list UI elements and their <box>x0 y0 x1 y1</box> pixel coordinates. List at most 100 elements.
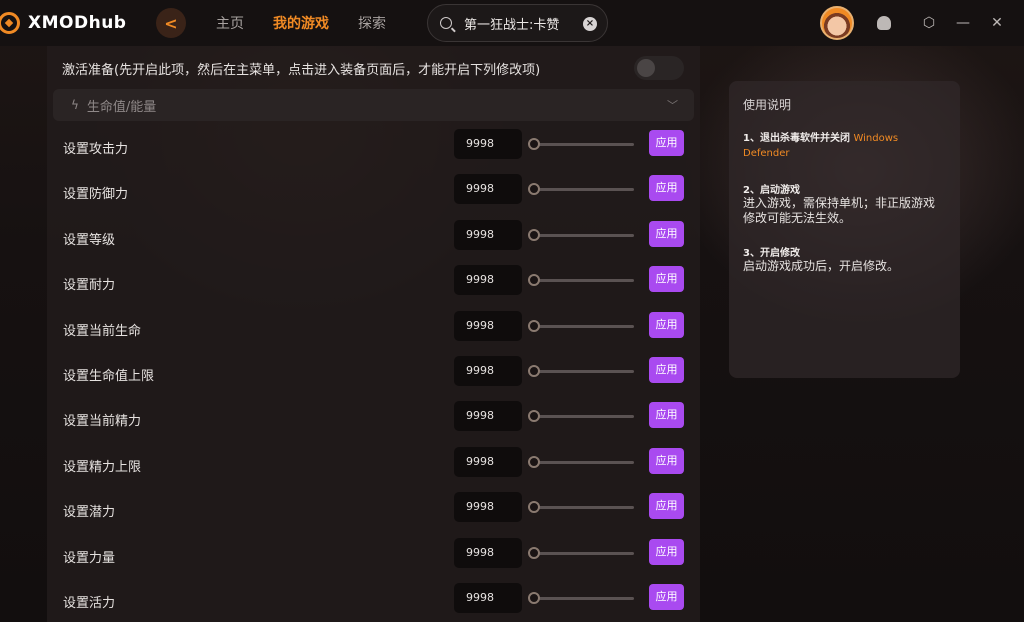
cheat-slider-thumb[interactable] <box>528 546 540 559</box>
cheat-value-input[interactable]: 9998 <box>454 356 522 386</box>
apply-button[interactable]: 应用 <box>649 220 684 247</box>
help-title: 使用说明 <box>743 98 792 112</box>
apply-button[interactable]: 应用 <box>649 402 684 429</box>
help-step-2-body: 进入游戏，需保持单机；非正版游戏修改可能无法生效。 <box>743 196 936 225</box>
cheat-slider-track[interactable] <box>534 143 634 146</box>
apply-button[interactable]: 应用 <box>649 493 684 520</box>
activate-toggle[interactable] <box>634 56 684 80</box>
cheat-slider-thumb[interactable] <box>528 501 540 514</box>
hex-settings-icon[interactable]: ⬡ <box>921 15 937 31</box>
cheat-slider-track[interactable] <box>534 415 634 419</box>
cheat-value-input[interactable]: 9998 <box>454 492 522 523</box>
cheat-row: 设置生命值上限 9998 应用 <box>53 356 694 392</box>
cheat-value-input[interactable]: 9998 <box>454 174 522 205</box>
cheat-row: 设置当前生命 9998 应用 <box>53 310 694 347</box>
cheat-slider-thumb[interactable] <box>528 319 540 332</box>
cheat-label: 设置潜力 <box>63 505 116 521</box>
clear-search-icon[interactable]: × <box>583 17 597 31</box>
cheat-label: 设置力量 <box>63 550 116 566</box>
apply-button[interactable]: 应用 <box>649 538 684 565</box>
minimize-icon[interactable]: — <box>955 15 971 31</box>
apply-button[interactable]: 应用 <box>649 266 684 293</box>
chevron-down-icon: ﹀ <box>667 99 678 112</box>
help-step-1-title: 1、退出杀毒软件并关闭 <box>743 133 850 144</box>
cheat-slider-thumb[interactable] <box>528 274 540 287</box>
activate-label: 激活准备(先开启此项，然后在主菜单，点击进入装备页面后，才能开启下列修改项) <box>62 62 541 78</box>
cheat-row: 设置潜力 9998 应用 <box>53 492 694 528</box>
search-box[interactable]: 第一狂战士:卡赞 × <box>427 4 608 42</box>
cheat-slider-thumb[interactable] <box>528 228 540 241</box>
help-step-3-body: 启动游戏成功后，开启修改。 <box>743 259 900 273</box>
cheat-value-input[interactable]: 9998 <box>454 310 522 341</box>
cheat-slider-track[interactable] <box>534 551 634 555</box>
help-step-2-title: 2、启动游戏 <box>743 185 800 196</box>
section-title: 生命值/能量 <box>86 99 157 115</box>
toggle-knob <box>637 59 655 77</box>
cheat-slider-track[interactable] <box>534 279 634 283</box>
cheat-row: 设置耐力 9998 应用 <box>53 265 694 301</box>
help-panel: 使用说明 1、退出杀毒软件并关闭 Windows Defender 2、启动游戏… <box>729 81 960 378</box>
cheat-value-input[interactable]: 9998 <box>454 219 522 250</box>
nav-item-explore[interactable]: 探索 <box>358 13 386 33</box>
cheat-label: 设置活力 <box>63 596 116 611</box>
collapse-icon[interactable]: ✕ <box>989 15 1005 31</box>
cheat-slider-thumb[interactable] <box>528 138 540 150</box>
cheat-row: 设置攻击力 9998 应用 <box>53 129 694 165</box>
cheat-value-input[interactable]: 9998 <box>454 583 522 613</box>
cheat-row: 设置等级 9998 应用 <box>53 219 694 256</box>
apply-button[interactable]: 应用 <box>649 447 684 474</box>
cheat-label: 设置当前生命 <box>63 323 142 339</box>
nav-item-my-games[interactable]: 我的游戏 <box>273 13 329 33</box>
cheat-slider-track[interactable] <box>534 597 634 600</box>
search-input[interactable]: 第一狂战士:卡赞 <box>464 14 559 33</box>
help-step-3-title: 3、开启修改 <box>743 248 800 259</box>
cheat-slider-track[interactable] <box>534 506 634 510</box>
avatar[interactable] <box>820 6 854 40</box>
cheat-row: 设置当前精力 9998 应用 <box>53 401 694 437</box>
cheat-slider-thumb[interactable] <box>528 183 540 196</box>
search-icon <box>440 17 452 29</box>
section-header-health-energy[interactable]: ϟ 生命值/能量 ﹀ <box>53 89 694 121</box>
back-button[interactable]: < <box>156 8 186 38</box>
cheat-row: 设置活力 9998 应用 <box>53 583 694 619</box>
help-step-1: 1、退出杀毒软件并关闭 Windows Defender <box>743 131 946 161</box>
cheat-label: 设置耐力 <box>63 278 116 294</box>
nav-item-home[interactable]: 主页 <box>216 13 244 33</box>
cheat-slider-track[interactable] <box>534 460 634 464</box>
bolt-icon: ϟ <box>71 98 79 112</box>
cheat-label: 设置精力上限 <box>63 459 142 475</box>
cheat-slider-track[interactable] <box>534 324 634 328</box>
cheat-value-input[interactable]: 9998 <box>454 401 522 432</box>
cheat-row: 设置力量 9998 应用 <box>53 537 694 574</box>
cheat-slider-track[interactable] <box>534 370 634 373</box>
apply-button[interactable]: 应用 <box>649 130 684 156</box>
top-bar: XMODhub < 主页 我的游戏 探索 第一狂战士:卡赞 × ⬡ — ✕ <box>0 0 1024 46</box>
back-arrow-icon: < <box>164 13 178 33</box>
cheat-label: 设置防御力 <box>63 187 129 203</box>
cheat-label: 设置当前精力 <box>63 414 142 430</box>
cheat-slider-thumb[interactable] <box>528 455 540 468</box>
apply-button[interactable]: 应用 <box>649 175 684 202</box>
cheat-value-input[interactable]: 9998 <box>454 265 522 296</box>
apply-button[interactable]: 应用 <box>649 311 684 338</box>
cheat-label: 设置生命值上限 <box>63 369 155 384</box>
cheat-label: 设置等级 <box>63 232 116 248</box>
main-nav: 主页 我的游戏 探索 <box>216 13 386 33</box>
cheat-value-input[interactable]: 9998 <box>454 129 522 159</box>
cheat-value-input[interactable]: 9998 <box>454 537 522 568</box>
logo-mark-icon <box>0 12 20 34</box>
logo-text: XMODhub <box>28 13 127 33</box>
apply-button[interactable]: 应用 <box>649 357 684 383</box>
app-logo[interactable]: XMODhub <box>0 12 126 34</box>
cheat-label: 设置攻击力 <box>63 142 129 157</box>
cheat-slider-thumb[interactable] <box>528 592 540 604</box>
cheat-row: 设置精力上限 9998 应用 <box>53 446 694 483</box>
cheat-slider-track[interactable] <box>534 233 634 237</box>
cheat-slider-track[interactable] <box>534 188 634 192</box>
cheat-value-input[interactable]: 9998 <box>454 446 522 477</box>
cheat-slider-thumb[interactable] <box>528 410 540 423</box>
bell-icon[interactable] <box>877 16 891 30</box>
cheat-slider-thumb[interactable] <box>528 365 540 377</box>
cheat-row: 设置防御力 9998 应用 <box>53 174 694 210</box>
apply-button[interactable]: 应用 <box>649 584 684 610</box>
